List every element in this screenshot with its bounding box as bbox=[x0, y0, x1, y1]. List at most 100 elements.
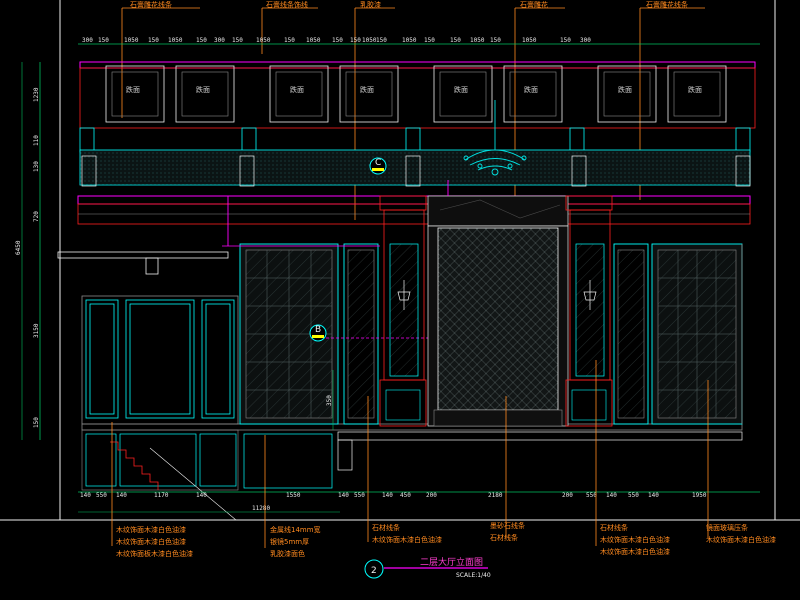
central-base bbox=[433, 409, 563, 427]
coffer-inner bbox=[345, 71, 393, 117]
section-marker-c-label: C bbox=[375, 158, 381, 168]
top-dim-value: 1050 bbox=[470, 37, 485, 44]
left-column-plinth bbox=[379, 379, 427, 427]
coffer-frame bbox=[597, 65, 657, 123]
main-cornice bbox=[77, 195, 751, 205]
balcony-slab bbox=[57, 251, 229, 259]
bottom-total-dim: 11280 bbox=[252, 505, 270, 512]
left-dim-6: 3150 bbox=[33, 323, 40, 338]
coffer-frame bbox=[503, 65, 563, 123]
bottom-label-3b: 木纹饰面木漆白色油漆 bbox=[372, 535, 442, 544]
balcony-post bbox=[145, 257, 159, 275]
bottom-label-3a: 石材线条 bbox=[372, 523, 400, 532]
drawing-title: 二层大厅立面图 bbox=[420, 556, 483, 568]
coffer-inner bbox=[439, 71, 487, 117]
central-upper-marble bbox=[427, 195, 569, 227]
top-dim-value: 150 bbox=[332, 37, 343, 44]
left-dimension-texts: 1230 110 130 720 6450 3150 150 bbox=[15, 87, 40, 428]
top-label-2: 石膏线条饰线 bbox=[266, 0, 308, 9]
coffer-band bbox=[79, 67, 756, 129]
right-side-glass bbox=[617, 249, 645, 419]
drawing-number: 2 bbox=[371, 566, 377, 576]
coffer-frame bbox=[105, 65, 165, 123]
coffer-label: 跌面 bbox=[126, 85, 140, 94]
stair-diagonal bbox=[149, 447, 237, 521]
left-lower-wall bbox=[81, 295, 239, 425]
section-marker-c-bar bbox=[372, 168, 384, 171]
top-dim-value: 1050 bbox=[306, 37, 321, 44]
bottom-dim-value: 1950 bbox=[692, 492, 707, 499]
top-dim-value: 150 bbox=[424, 37, 435, 44]
bottom-dim-value: 2180 bbox=[488, 492, 503, 499]
top-dim-value: 150 bbox=[196, 37, 207, 44]
bottom-dim-value: 550 bbox=[586, 492, 597, 499]
coffer-frame bbox=[339, 65, 399, 123]
floor-step bbox=[337, 439, 353, 471]
bottom-label-2a: 金属线14mm宽 bbox=[270, 525, 321, 534]
left-dim-5: 6450 bbox=[15, 240, 22, 255]
bottom-dim-value: 450 bbox=[400, 492, 411, 499]
left-column-capital bbox=[379, 195, 427, 211]
floor-slab bbox=[337, 431, 743, 441]
top-dim-value: 1050 bbox=[402, 37, 417, 44]
drawing-scale: SCALE:1/40 bbox=[456, 572, 491, 579]
bottom-label-1c: 木纹饰面板木漆白色油漆 bbox=[116, 549, 193, 558]
bottom-label-1a: 木纹饰面木漆白色油漆 bbox=[116, 525, 186, 534]
bottom-label-5b: 木纹饰面木漆白色油漆 bbox=[600, 535, 670, 544]
coffer-label: 跌面 bbox=[688, 85, 702, 94]
section-marker-b-label: B bbox=[315, 325, 321, 335]
bottom-label-1b: 木纹饰面木漆白色油漆 bbox=[116, 537, 186, 546]
top-label-4: 石膏雕花 bbox=[520, 0, 548, 9]
mid-dim-text: 350 bbox=[326, 395, 333, 406]
frieze-pilasters bbox=[79, 127, 751, 153]
bottom-dim-value: 140 bbox=[196, 492, 207, 499]
wainscot-rail bbox=[81, 423, 743, 431]
coffer-inner bbox=[275, 71, 323, 117]
coffer-frame bbox=[433, 65, 493, 123]
top-dim-value: 1050 bbox=[522, 37, 537, 44]
bottom-dim-value: 200 bbox=[426, 492, 437, 499]
coffer-inner bbox=[603, 71, 651, 117]
bottom-dim-value: 550 bbox=[96, 492, 107, 499]
coffer-label: 跌面 bbox=[360, 85, 374, 94]
bottom-label-2c: 乳胶漆面色 bbox=[270, 549, 305, 558]
coffer-label: 跌面 bbox=[290, 85, 304, 94]
coffer-frame bbox=[269, 65, 329, 123]
top-label-5: 石膏雕花线条 bbox=[646, 0, 688, 9]
central-lattice-panel bbox=[437, 227, 559, 411]
coffer-inner bbox=[111, 71, 159, 117]
coffer-panels: 跌面 跌面 跌面 跌面 跌面 跌面 跌面 跌面 bbox=[105, 65, 727, 123]
coffer-frame bbox=[667, 65, 727, 123]
bottom-dim-value: 1170 bbox=[154, 492, 169, 499]
top-dim-value: 1050 bbox=[256, 37, 271, 44]
left-dim-4: 720 bbox=[33, 211, 40, 222]
left-dim-7: 150 bbox=[33, 417, 40, 428]
bottom-label-6b: 木纹饰面木漆白色油漆 bbox=[706, 535, 776, 544]
top-dim-value: 150 bbox=[490, 37, 501, 44]
top-dim-value: 1050 bbox=[124, 37, 139, 44]
bottom-dim-value: 140 bbox=[116, 492, 127, 499]
top-dim-value: 300 bbox=[82, 37, 93, 44]
top-dim-value: 150 bbox=[560, 37, 571, 44]
left-side-glass bbox=[347, 249, 375, 419]
coffer-inner bbox=[181, 71, 229, 117]
top-dim-value: 150 bbox=[376, 37, 387, 44]
bottom-dim-value: 140 bbox=[648, 492, 659, 499]
elevation-drawing: 石膏雕花线条 石膏线条饰线 乳胶漆 石膏雕花 石膏雕花线条 300 150 1050… bbox=[0, 0, 800, 579]
left-wall-panels bbox=[85, 299, 235, 419]
top-dim-value: 150 bbox=[350, 37, 361, 44]
top-label-1: 石膏雕花线条 bbox=[130, 0, 172, 9]
top-dim-value: 150 bbox=[232, 37, 243, 44]
right-column-capital bbox=[565, 195, 613, 211]
bottom-dim-value: 200 bbox=[562, 492, 573, 499]
bottom-dim-value: 1550 bbox=[286, 492, 301, 499]
bottom-dim-value: 140 bbox=[80, 492, 91, 499]
left-dim-1: 1230 bbox=[33, 87, 40, 102]
coffer-frame bbox=[175, 65, 235, 123]
left-dado bbox=[81, 429, 239, 491]
top-dim-value: 300 bbox=[214, 37, 225, 44]
left-plinth-panel bbox=[385, 389, 421, 421]
bottom-label-5c: 木纹饰面木漆白色油漆 bbox=[600, 547, 670, 556]
bottom-label-4a: 墨砂石线条 bbox=[490, 521, 525, 530]
bottom-label-2b: 银镜5mm厚 bbox=[270, 537, 309, 546]
